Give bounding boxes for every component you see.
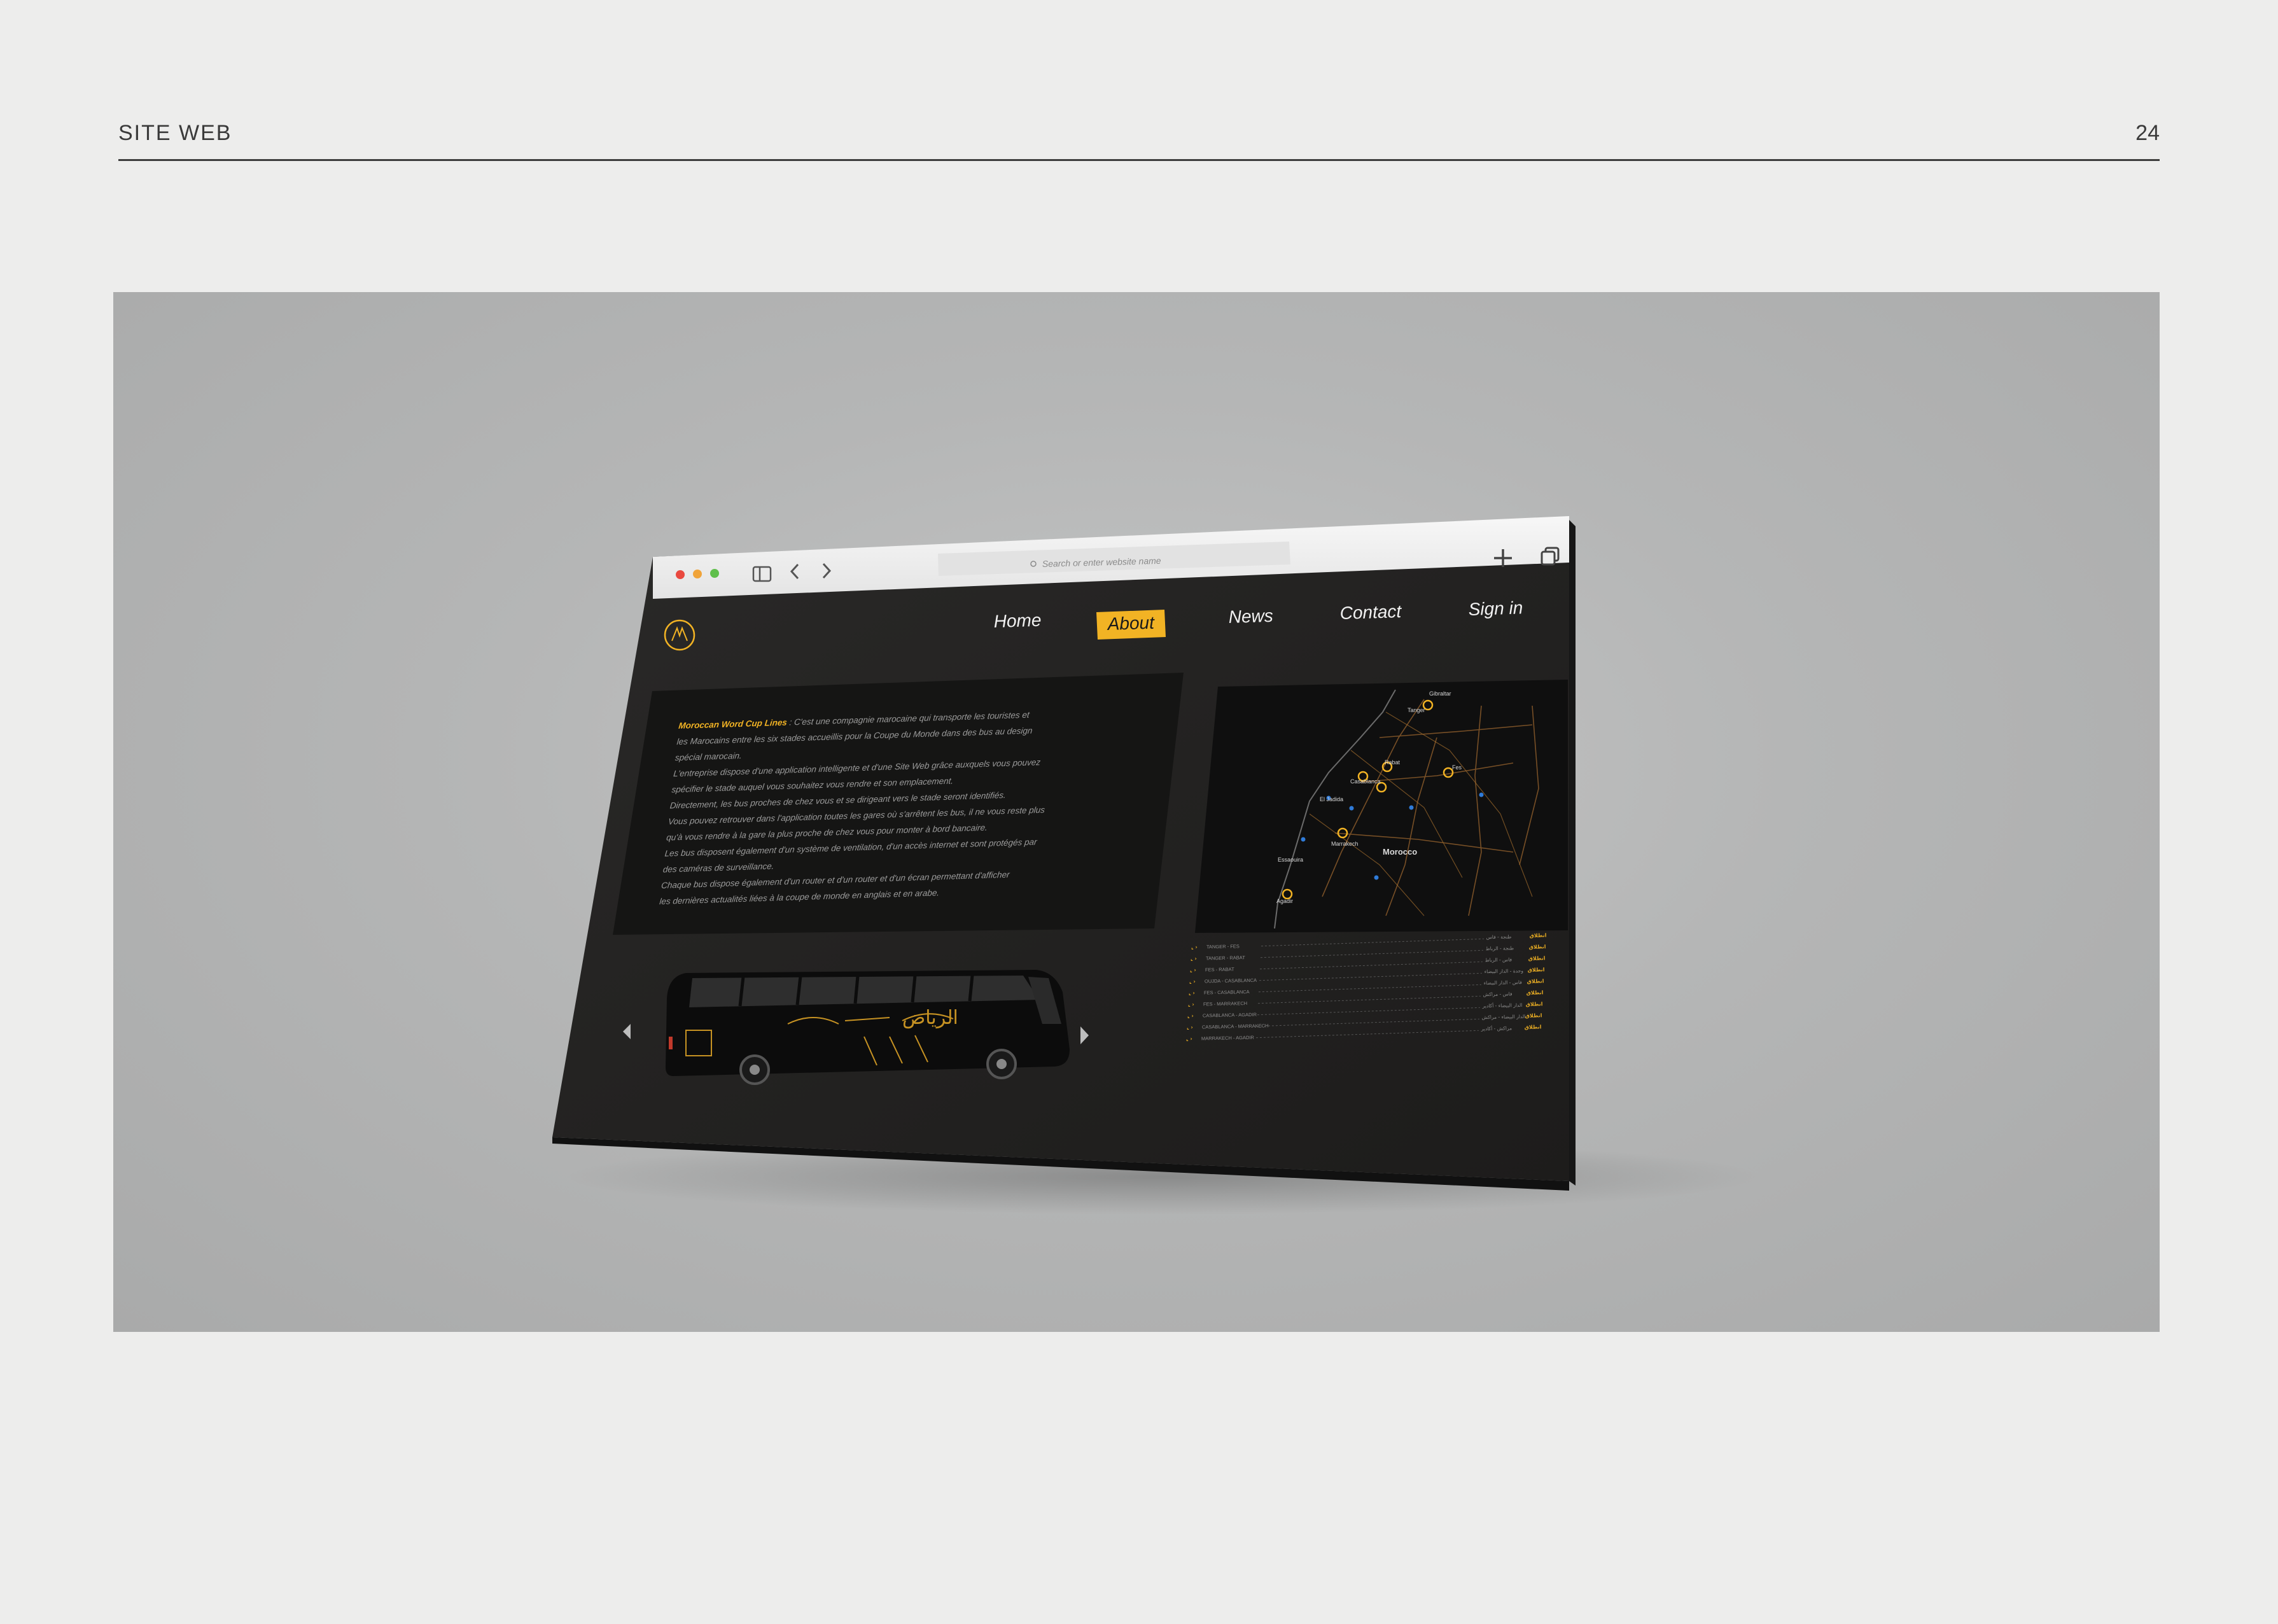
map-label-marrakech: Marrakech — [1331, 841, 1359, 847]
bus-illustration: الرياض — [666, 970, 1070, 1085]
map-label-rabat: Rabat — [1385, 759, 1401, 766]
nav-about-label: About — [1106, 613, 1155, 634]
map-label-agadir: Agadir — [1276, 898, 1293, 904]
svg-text:TANGER - RABAT: TANGER - RABAT — [1206, 955, 1245, 961]
svg-text:انطلاق: انطلاق — [1528, 967, 1545, 973]
svg-text:فاس - الدار البيضاء: فاس - الدار البيضاء — [1484, 979, 1523, 986]
svg-text:TANGER - FES: TANGER - FES — [1206, 943, 1240, 949]
document-header: SITE WEB 24 — [118, 118, 2160, 160]
svg-text:⌞ ›: ⌞ › — [1189, 990, 1195, 996]
device-side-edge — [1569, 520, 1576, 1186]
svg-text:⌞ ›: ⌞ › — [1190, 967, 1196, 973]
nav-about[interactable]: About — [1096, 610, 1166, 640]
svg-text:انطلاق: انطلاق — [1525, 1024, 1542, 1030]
svg-text:مراكش - أكادير: مراكش - أكادير — [1481, 1025, 1513, 1032]
svg-text:الدار البيضاء - مراكش: الدار البيضاء - مراكش — [1482, 1014, 1526, 1020]
svg-text:FES - MARRAKECH: FES - MARRAKECH — [1203, 1000, 1247, 1007]
map-label-tanger: Tanger — [1408, 707, 1425, 713]
maximize-window-button[interactable] — [710, 569, 719, 578]
svg-text:انطلاق: انطلاق — [1529, 944, 1546, 950]
svg-text:طنجة - فاس: طنجة - فاس — [1486, 934, 1512, 940]
page-number: 24 — [2135, 121, 2160, 145]
svg-text:طنجة - الرباط: طنجة - الرباط — [1486, 945, 1514, 951]
browser-mockup-photo: Search or enter website name Home About … — [113, 292, 2160, 1332]
svg-text:⌞ ›: ⌞ › — [1187, 1013, 1194, 1019]
minimize-window-button[interactable] — [693, 570, 702, 578]
map-label-el-jadida: El Jadida — [1320, 796, 1343, 802]
map-label-essaouira: Essaouira — [1278, 857, 1303, 863]
svg-text:الدار البيضاء - أكادير: الدار البيضاء - أكادير — [1482, 1002, 1523, 1009]
svg-text:⌞ ›: ⌞ › — [1189, 979, 1196, 984]
svg-text:FES - CASABLANCA: FES - CASABLANCA — [1204, 989, 1250, 995]
svg-text:وجدة - الدار البيضاء: وجدة - الدار البيضاء — [1485, 968, 1524, 974]
map-panel[interactable]: Gibraltar Tanger Casablanca Rabat Fes El… — [1195, 680, 1568, 933]
svg-text:فاس - مراكش: فاس - مراكش — [1483, 991, 1513, 997]
svg-text:⌞ ›: ⌞ › — [1191, 956, 1197, 962]
section-title: SITE WEB — [118, 121, 232, 145]
bus-livery-text: الرياض — [902, 1007, 958, 1029]
svg-text:MARRAKECH - AGADIR: MARRAKECH - AGADIR — [1201, 1035, 1255, 1042]
nav-sign-in[interactable]: Sign in — [1468, 598, 1523, 619]
map-label-fes: Fes — [1452, 764, 1462, 771]
svg-text:انطلاق: انطلاق — [1527, 990, 1544, 996]
nav-home[interactable]: Home — [993, 610, 1042, 631]
map-label-gibraltar: Gibraltar — [1429, 690, 1451, 697]
svg-text:⌞ ›: ⌞ › — [1188, 1002, 1194, 1007]
svg-text:انطلاق: انطلاق — [1526, 1001, 1543, 1007]
svg-text:OUJDA - CASABLANCA: OUJDA - CASABLANCA — [1205, 977, 1257, 984]
svg-text:فاس - الرباط: فاس - الرباط — [1485, 956, 1513, 963]
svg-text:⌞ ›: ⌞ › — [1187, 1025, 1193, 1030]
svg-text:انطلاق: انطلاق — [1528, 955, 1546, 962]
svg-text:FES - RABAT: FES - RABAT — [1205, 967, 1234, 973]
nav-contact[interactable]: Contact — [1339, 601, 1402, 623]
svg-text:انطلاق: انطلاق — [1530, 932, 1547, 939]
browser-mockup: Search or enter website name Home About … — [552, 516, 1576, 1191]
svg-text:انطلاق: انطلاق — [1527, 978, 1544, 984]
svg-text:انطلاق: انطلاق — [1525, 1012, 1542, 1019]
map-label-morocco: Morocco — [1383, 847, 1417, 857]
svg-text:⌞ ›: ⌞ › — [1191, 944, 1198, 950]
nav-news[interactable]: News — [1228, 606, 1273, 627]
close-window-button[interactable] — [676, 570, 685, 579]
header-divider — [118, 159, 2160, 161]
svg-text:⌞ ›: ⌞ › — [1186, 1036, 1192, 1042]
map-label-casablanca: Casablanca — [1350, 778, 1381, 785]
svg-text:CASABLANCA - AGADIR: CASABLANCA - AGADIR — [1203, 1012, 1257, 1019]
